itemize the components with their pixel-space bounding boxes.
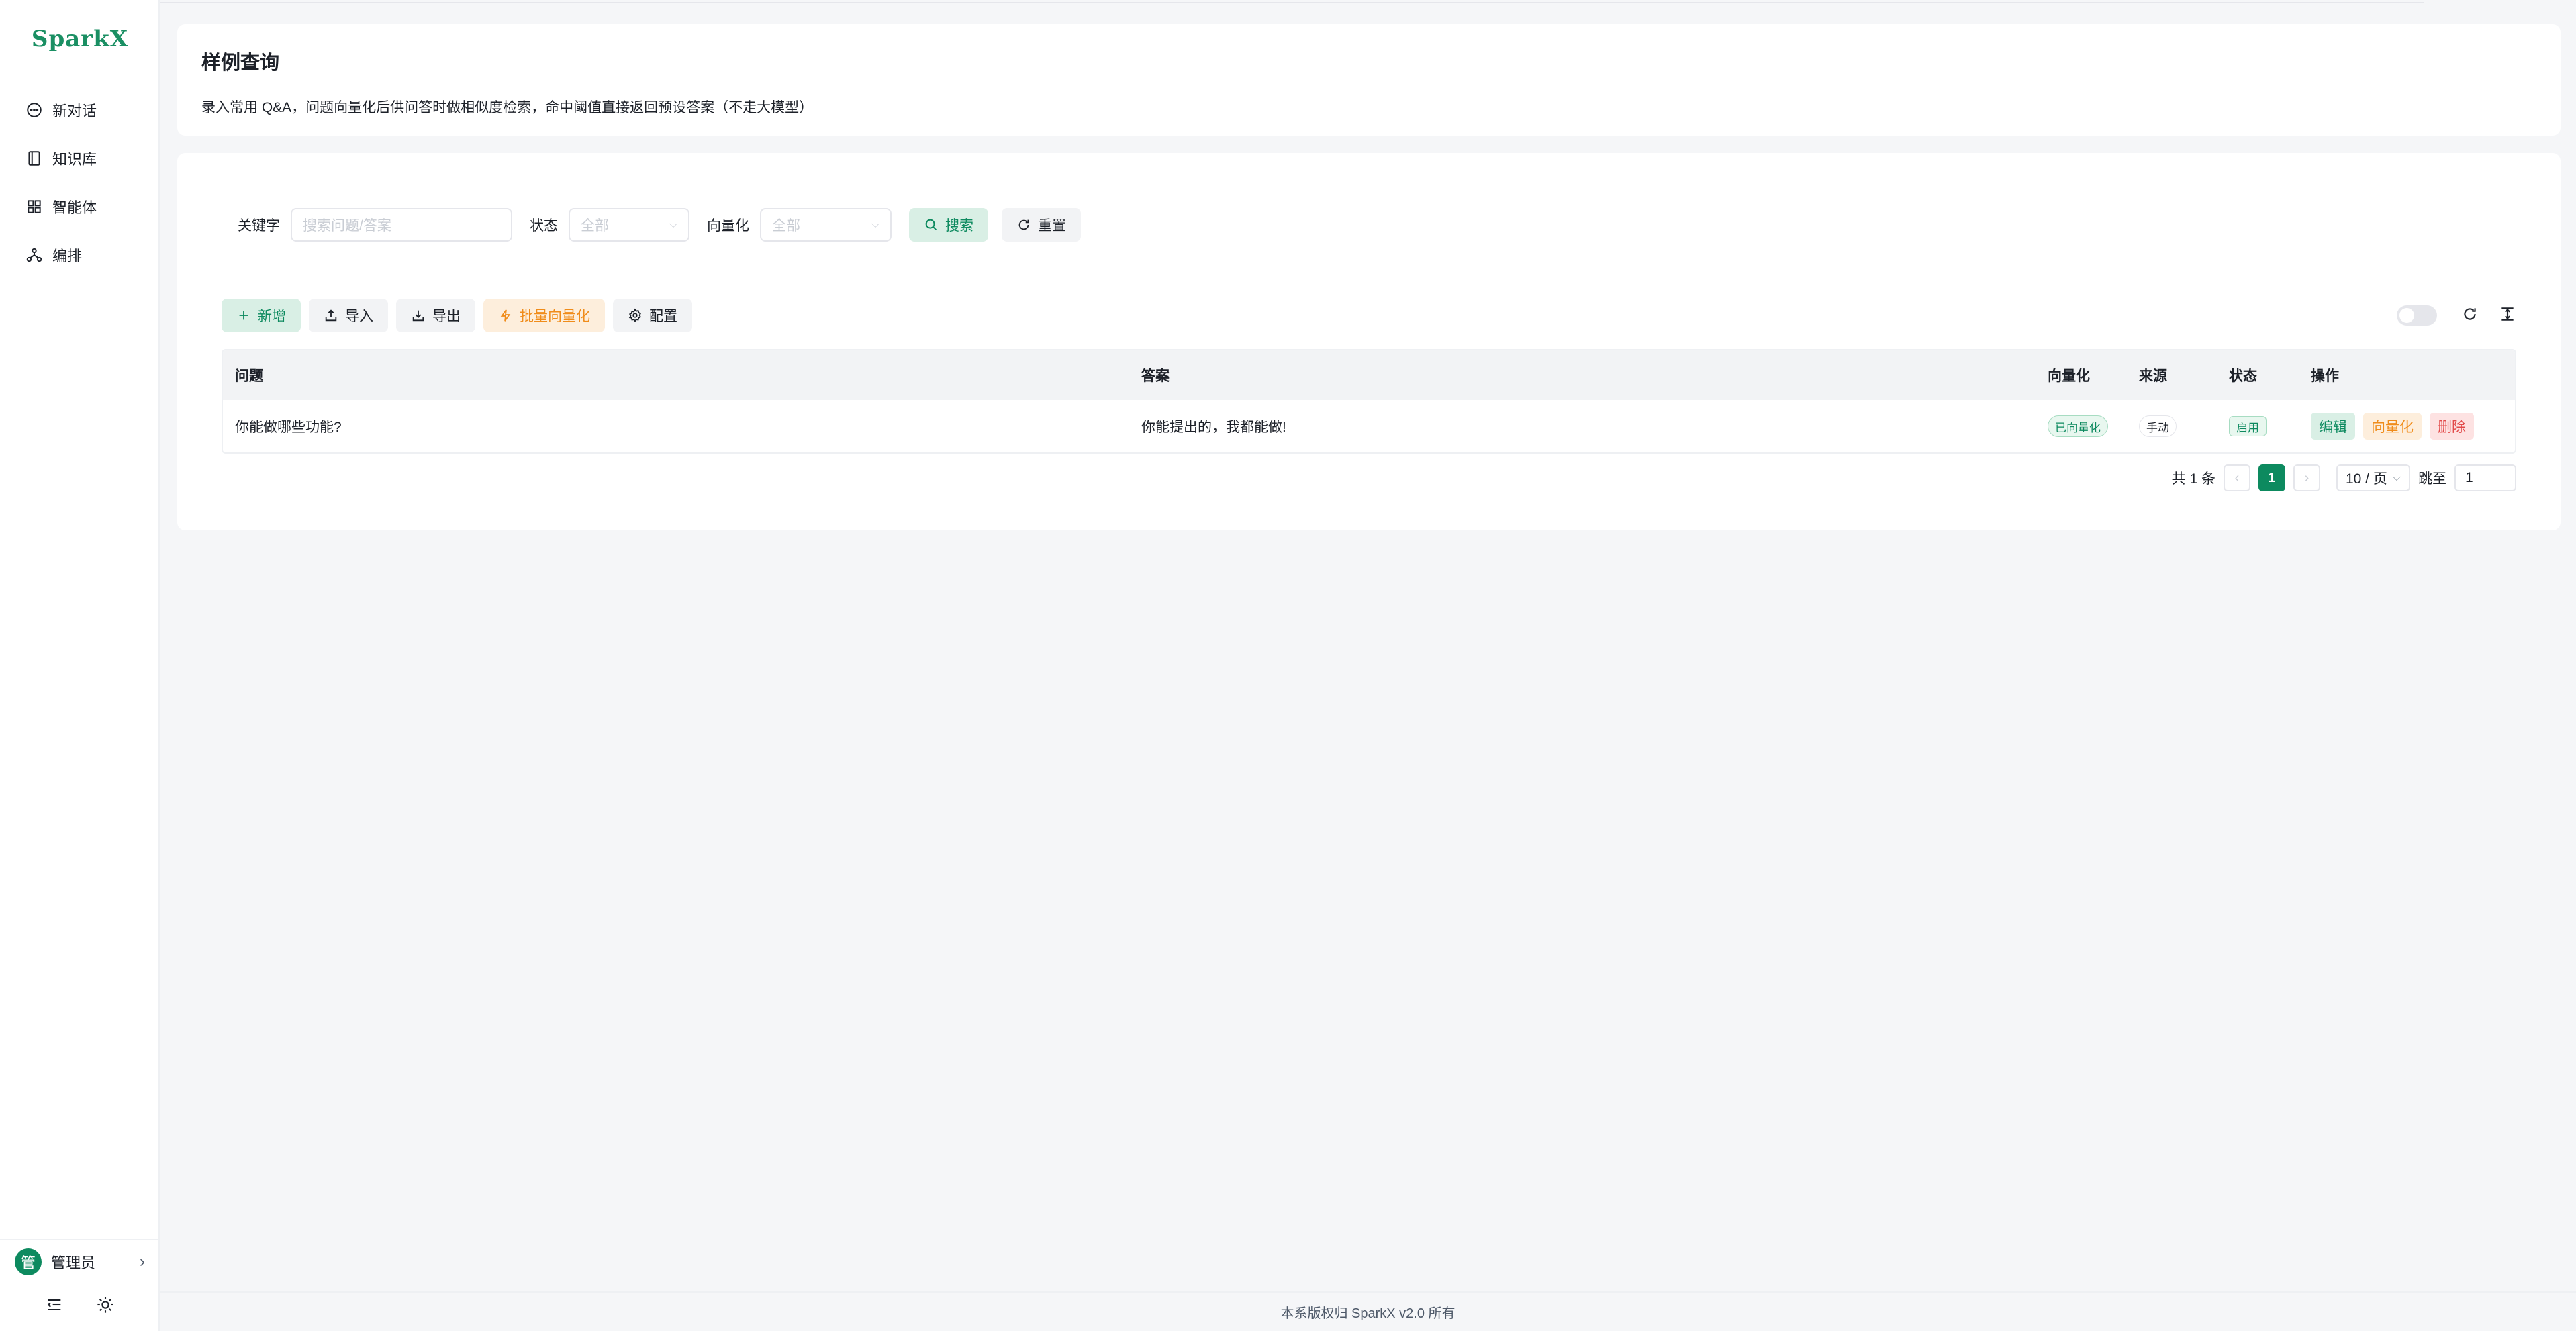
- status-select-value: 全部: [581, 218, 609, 234]
- avatar: 管: [15, 1248, 42, 1275]
- column-header-actions: 操作: [2311, 368, 2339, 384]
- source-badge: 手动: [2139, 415, 2177, 437]
- delete-button[interactable]: 删除: [2430, 413, 2474, 440]
- chevron-down-icon: ⌵: [871, 219, 879, 230]
- refresh-icon: [1018, 219, 1029, 230]
- sidebar-item-orchestration[interactable]: 编排: [0, 231, 160, 279]
- sidebar-item-label: 新对话: [52, 103, 97, 119]
- chat-bubble-icon: [26, 101, 43, 119]
- search-button-label: 搜索: [945, 218, 973, 234]
- gear-icon: [628, 308, 641, 322]
- sidebar-item-label: 知识库: [52, 151, 97, 168]
- table-toolbar: 新增 导入 导出 批量向量化 配置: [222, 298, 692, 333]
- user-menu[interactable]: 管 管理员 ›: [0, 1239, 160, 1283]
- vector-select[interactable]: 全部 ⌵: [760, 208, 892, 242]
- column-height-icon[interactable]: [2499, 305, 2516, 326]
- chevron-right-icon: ›: [140, 1252, 145, 1271]
- add-button-label: 新增: [258, 309, 286, 324]
- collapse-sidebar-icon[interactable]: [45, 1295, 64, 1318]
- cell-vector: 已向量化: [2036, 415, 2127, 437]
- add-button[interactable]: 新增: [222, 299, 301, 332]
- chevron-down-icon: ⌵: [2392, 472, 2401, 483]
- qa-table: 问题 答案 向量化 来源 状态 操作 你能做哪些功能? 你能提出的，我都能做! …: [222, 349, 2516, 454]
- export-button-label: 导出: [432, 309, 461, 324]
- top-divider: [160, 0, 2424, 3]
- page-number-button[interactable]: 1: [2258, 464, 2285, 491]
- sidebar-item-label: 编排: [52, 248, 83, 264]
- edit-button[interactable]: 编辑: [2311, 413, 2355, 440]
- status-select[interactable]: 全部 ⌵: [569, 208, 689, 242]
- copyright-text: 本系版权归 SparkX v2.0 所有: [1280, 1306, 1456, 1321]
- sidebar-item-label: 智能体: [52, 199, 97, 216]
- jump-label: 跳至: [2418, 471, 2446, 487]
- column-header-status: 状态: [2229, 368, 2257, 384]
- column-header-answer: 答案: [1141, 368, 1170, 384]
- page-size-value: 10 / 页: [2345, 471, 2387, 487]
- sidebar-bottom-controls: [0, 1287, 160, 1325]
- book-icon: [26, 150, 43, 167]
- footer: 本系版权归 SparkX v2.0 所有: [160, 1291, 2576, 1331]
- total-count: 共 1 条: [2171, 471, 2215, 487]
- config-button[interactable]: 配置: [613, 299, 692, 332]
- refresh-icon[interactable]: [2461, 305, 2479, 326]
- chevron-down-icon: ⌵: [669, 219, 677, 230]
- lightning-icon: [500, 309, 511, 322]
- table-settings: [2397, 302, 2516, 329]
- keyword-label: 关键字: [238, 218, 280, 234]
- sidebar-nav: 新对话 知识库 智能体 编排: [0, 86, 160, 279]
- status-badge: 启用: [2229, 416, 2267, 436]
- workflow-icon: [26, 246, 43, 264]
- app-logo[interactable]: SparkX: [0, 26, 160, 52]
- search-icon: [925, 219, 937, 231]
- jump-page-value: 1: [2465, 470, 2473, 485]
- status-label: 状态: [530, 218, 558, 234]
- vector-select-value: 全部: [772, 218, 800, 234]
- config-button-label: 配置: [649, 309, 677, 324]
- search-button[interactable]: 搜索: [909, 208, 988, 242]
- batch-vectorize-button[interactable]: 批量向量化: [483, 299, 605, 332]
- batch-vectorize-label: 批量向量化: [520, 309, 590, 324]
- import-button-label: 导入: [345, 309, 373, 324]
- toggle-switch[interactable]: [2397, 305, 2437, 326]
- page-size-select[interactable]: 10 / 页 ⌵: [2336, 464, 2410, 491]
- page-title: 样例查询: [201, 52, 280, 74]
- vectorize-button[interactable]: 向量化: [2363, 413, 2422, 440]
- prev-page-button[interactable]: ‹: [2223, 464, 2250, 491]
- column-header-question: 问题: [235, 368, 263, 384]
- table-row: 你能做哪些功能? 你能提出的，我都能做! 已向量化 手动 启用 编辑 向量化 删…: [223, 400, 2515, 452]
- sidebar-item-knowledge-base[interactable]: 知识库: [0, 134, 160, 183]
- export-button[interactable]: 导出: [396, 299, 475, 332]
- import-button[interactable]: 导入: [309, 299, 388, 332]
- column-header-source: 来源: [2139, 368, 2167, 384]
- theme-toggle-sun-icon[interactable]: [96, 1295, 115, 1318]
- cell-actions: 编辑 向量化 删除: [2299, 413, 2515, 440]
- cell-question: 你能做哪些功能?: [235, 420, 342, 435]
- download-icon: [412, 310, 424, 322]
- cell-source: 手动: [2127, 415, 2217, 437]
- sidebar-item-agents[interactable]: 智能体: [0, 183, 160, 231]
- plus-icon: [239, 311, 248, 320]
- grid-icon: [26, 198, 43, 215]
- next-page-button[interactable]: ›: [2293, 464, 2320, 491]
- content-card: 关键字 搜索问题/答案 状态 全部 ⌵ 向量化 全部 ⌵ 搜索 重置 新增 导入…: [177, 153, 2561, 530]
- sidebar-item-new-chat[interactable]: 新对话: [0, 86, 160, 134]
- sidebar: SparkX 新对话 知识库 智能体 编排 管 管理员 ›: [0, 0, 160, 1331]
- pagination: 共 1 条 ‹ 1 › 10 / 页 ⌵ 跳至 1: [2172, 463, 2516, 493]
- keyword-placeholder: 搜索问题/答案: [303, 218, 391, 234]
- reset-button-label: 重置: [1038, 218, 1066, 234]
- table-header: 问题 答案 向量化 来源 状态 操作: [223, 350, 2515, 400]
- jump-page-input[interactable]: 1: [2454, 464, 2516, 491]
- cell-answer: 你能提出的，我都能做!: [1141, 420, 1286, 435]
- vector-status-badge: 已向量化: [2048, 415, 2108, 437]
- vector-label: 向量化: [707, 218, 749, 234]
- page-description: 录入常用 Q&A，问题向量化后供问答时做相似度检索，命中阈值直接返回预设答案（不…: [201, 100, 814, 115]
- reset-button[interactable]: 重置: [1002, 208, 1081, 242]
- filter-bar: 关键字 搜索问题/答案 状态 全部 ⌵ 向量化 全部 ⌵ 搜索 重置: [238, 208, 1081, 242]
- cell-status: 启用: [2217, 416, 2299, 436]
- column-header-vector: 向量化: [2048, 368, 2090, 384]
- user-name: 管理员: [51, 1254, 96, 1271]
- keyword-search-input[interactable]: 搜索问题/答案: [291, 208, 512, 242]
- upload-icon: [325, 309, 337, 322]
- page-header: 样例查询 录入常用 Q&A，问题向量化后供问答时做相似度检索，命中阈值直接返回预…: [177, 24, 2561, 136]
